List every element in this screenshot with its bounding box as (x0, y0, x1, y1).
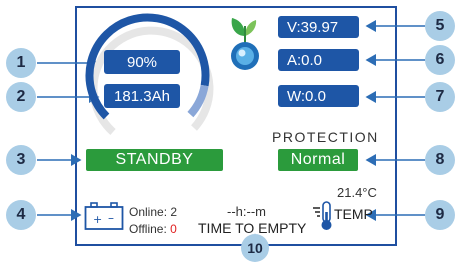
callout-8: 8 (425, 145, 455, 175)
offline-label: Offline: (129, 222, 167, 236)
current-value: A:0.0 (287, 51, 323, 69)
svg-text:–: – (108, 211, 114, 225)
time-remaining-value: --h:--m (227, 204, 266, 219)
battery-gauge (85, 13, 214, 135)
protection-status-button[interactable]: Normal (278, 149, 358, 171)
protection-heading: PROTECTION (272, 129, 379, 145)
temperature-label: TEMP (334, 206, 373, 222)
soc-percent-value: 90% (126, 53, 158, 71)
callout-9: 9 (425, 200, 455, 230)
temperature-value: 21.4°C (337, 185, 377, 200)
callout-5: 5 (425, 11, 455, 41)
capacity-display: 181.3Ah (104, 84, 180, 108)
callout-3: 3 (6, 145, 36, 175)
soc-percent-display: 90% (104, 50, 180, 74)
voltage-value: V:39.97 (287, 18, 339, 36)
voltage-display: V:39.97 (278, 16, 359, 38)
eco-leaf-logo (231, 18, 259, 70)
callout-10: 10 (241, 234, 269, 262)
callout-6: 6 (425, 45, 455, 75)
callout-4: 4 (6, 200, 36, 230)
online-count: Online: 2 (129, 205, 178, 219)
standby-status-label: STANDBY (115, 151, 194, 168)
power-display: W:0.0 (278, 85, 359, 107)
callout-1: 1 (6, 48, 36, 78)
offline-count: Offline: 0 (129, 222, 177, 236)
callout-2: 2 (6, 82, 36, 112)
current-display: A:0.0 (278, 49, 359, 71)
power-value: W:0.0 (287, 87, 326, 105)
callout-7: 7 (425, 82, 455, 112)
svg-text:+: + (93, 213, 102, 226)
offline-value: 0 (170, 222, 177, 236)
battery-icon: + – (84, 202, 124, 230)
capacity-value: 181.3Ah (114, 87, 170, 105)
protection-status-label: Normal (290, 151, 346, 168)
standby-status-button[interactable]: STANDBY (86, 149, 223, 171)
